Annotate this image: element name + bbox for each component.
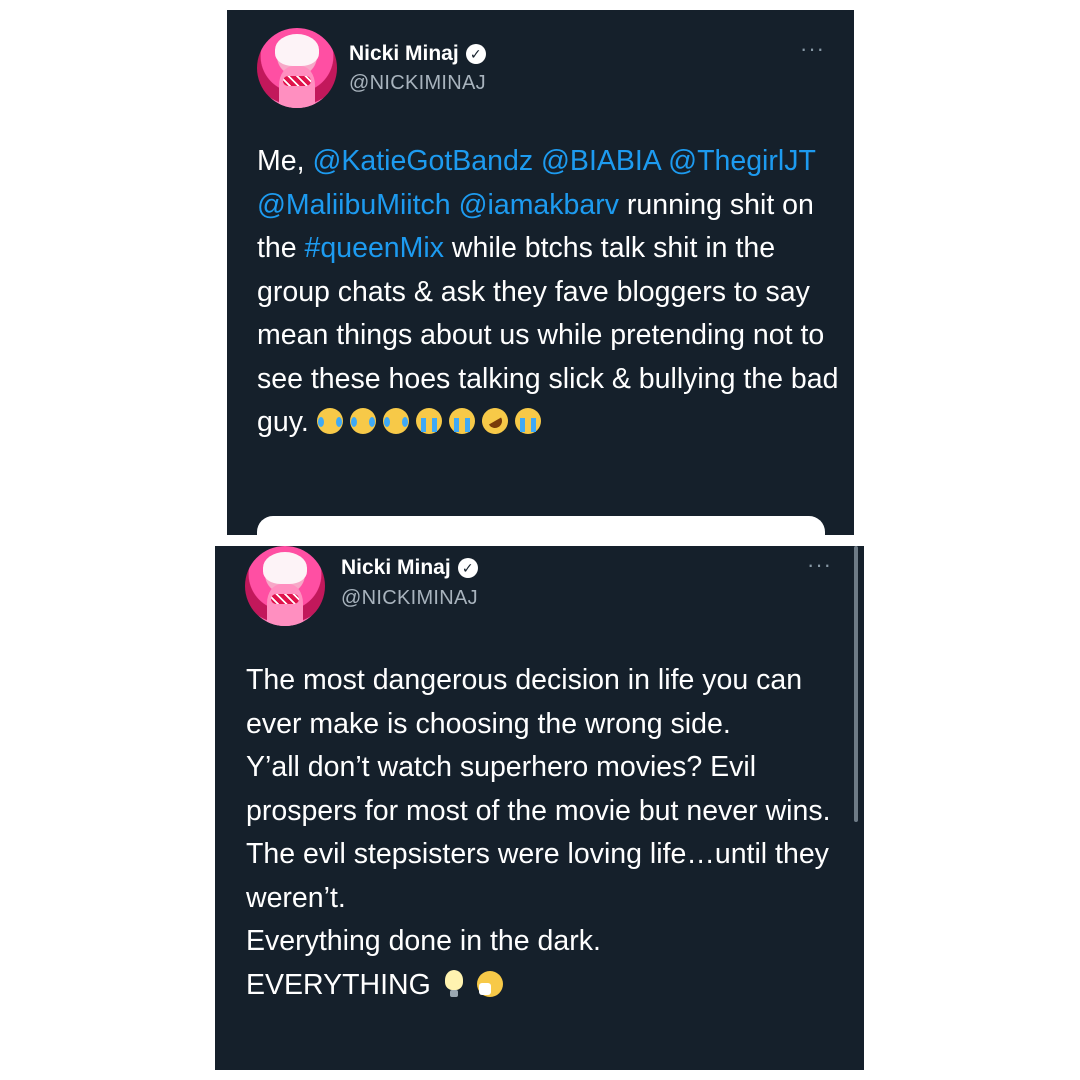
mention-link[interactable]: @MaliibuMiitch xyxy=(257,189,451,221)
text-segment: Me, xyxy=(257,145,313,177)
text-segment xyxy=(451,189,459,221)
tweet-card-2: Nicki Minaj ✓ @NICKIMINAJ ··· The most d… xyxy=(215,546,864,1070)
tweet-card-1: Nicki Minaj ✓ @NICKIMINAJ ··· Me, @Katie… xyxy=(227,10,854,535)
text-segment xyxy=(533,145,541,177)
mention-link[interactable]: @iamakbarv xyxy=(459,189,619,221)
face-with-tears-of-joy-icon xyxy=(382,408,409,434)
author-name-row: Nicki Minaj ✓ xyxy=(341,556,478,580)
author-name[interactable]: Nicki Minaj xyxy=(349,42,459,66)
mention-link[interactable]: @ThegirlJT xyxy=(668,145,815,177)
loudly-crying-face-icon xyxy=(448,408,475,434)
loudly-crying-face-icon xyxy=(514,408,541,434)
loudly-crying-face-icon xyxy=(415,408,442,434)
author-handle[interactable]: @NICKIMINAJ xyxy=(349,72,486,95)
face-with-tears-of-joy-icon xyxy=(349,408,376,434)
mention-link[interactable]: @KatieGotBandz xyxy=(312,145,533,177)
tweet-line: Y’all don’t watch superhero movies? Evil… xyxy=(246,751,831,914)
avatar[interactable] xyxy=(245,546,325,626)
author-name-row: Nicki Minaj ✓ xyxy=(349,42,486,66)
hashtag-link[interactable]: #queenMix xyxy=(305,232,444,264)
tweet-line: Everything done in the dark. xyxy=(246,925,601,957)
light-bulb-icon xyxy=(444,969,463,998)
more-options-icon[interactable]: ··· xyxy=(807,554,832,576)
quoted-tweet-preview[interactable] xyxy=(257,516,825,535)
author-handle[interactable]: @NICKIMINAJ xyxy=(341,587,478,610)
tweet-line: EVERYTHING xyxy=(246,968,431,1001)
tweet-text: Me, @KatieGotBandz @BIABIA @ThegirlJT @M… xyxy=(257,140,847,445)
rolling-on-floor-laughing-icon xyxy=(476,403,513,439)
face-with-tears-of-joy-icon xyxy=(316,408,343,434)
tweet-text: The most dangerous decision in life you … xyxy=(246,659,856,1007)
avatar[interactable] xyxy=(257,28,337,108)
more-options-icon[interactable]: ··· xyxy=(800,38,825,60)
tweet-line-last: EVERYTHING xyxy=(246,964,856,1008)
verified-badge-icon: ✓ xyxy=(457,558,478,578)
sneezing-face-icon xyxy=(476,970,503,997)
verified-badge-icon: ✓ xyxy=(465,44,486,64)
mention-link[interactable]: @BIABIA xyxy=(541,145,660,177)
author-name[interactable]: Nicki Minaj xyxy=(341,556,451,580)
text-segment xyxy=(660,145,668,177)
tweet-line: The most dangerous decision in life you … xyxy=(246,664,803,740)
